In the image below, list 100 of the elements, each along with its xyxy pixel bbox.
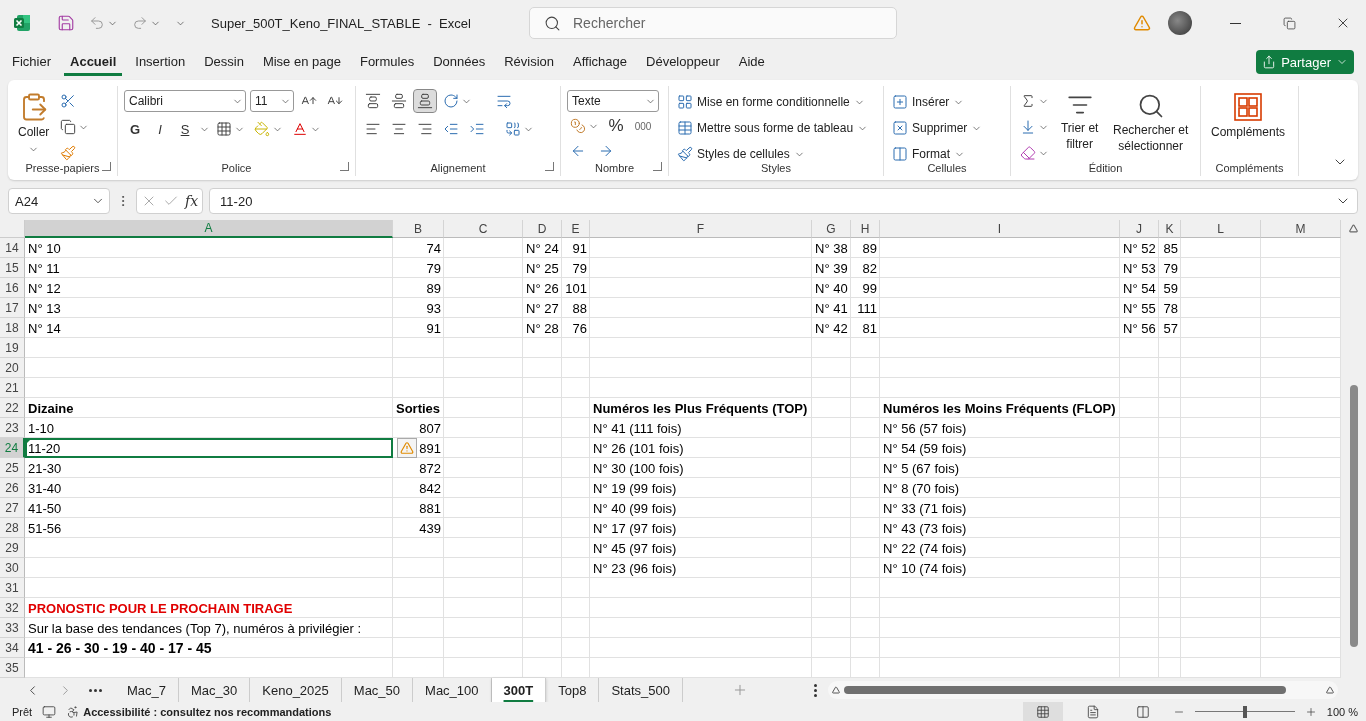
column-header[interactable]: D (523, 220, 562, 238)
search-field[interactable]: Rechercher (529, 7, 897, 39)
row-header[interactable]: 22 (0, 398, 25, 418)
row-header[interactable]: 25 (0, 458, 25, 478)
italic-button[interactable]: I (149, 118, 171, 140)
merge-icon (505, 121, 521, 137)
menu-tab[interactable]: Aide (732, 48, 771, 76)
avatar[interactable] (1168, 11, 1192, 35)
column-header[interactable]: K (1159, 220, 1181, 238)
row-header[interactable]: 15 (0, 258, 25, 278)
column-header[interactable]: J (1120, 220, 1159, 238)
row-header[interactable]: 35 (0, 658, 25, 678)
accessibility-link[interactable]: Accessibilité : consultez nos recommandations (83, 705, 332, 718)
menu-tab[interactable]: Accueil (64, 48, 123, 76)
percent-button[interactable]: % (605, 115, 627, 137)
dialog-launcher-icon[interactable] (340, 162, 349, 171)
row-header[interactable]: 16 (0, 278, 25, 298)
addins-button[interactable]: Compléments (1207, 90, 1290, 143)
find-select-button[interactable]: Rechercher et sélectionner (1107, 90, 1194, 157)
zoom-level[interactable]: 100 % (1326, 705, 1358, 718)
row-header[interactable]: 20 (0, 358, 25, 378)
column-header[interactable]: E (562, 220, 590, 238)
row-header[interactable]: 34 (0, 638, 25, 658)
thousands-button[interactable]: 000 (630, 115, 656, 137)
menu-tab[interactable]: Fichier (6, 48, 57, 76)
menu-tab[interactable]: Formules (353, 48, 421, 76)
scrollbar-thumb[interactable] (843, 686, 1286, 694)
menu-tab[interactable]: Dessin (198, 48, 250, 76)
share-button[interactable]: Partager (1256, 50, 1354, 74)
warning-icon (400, 441, 414, 455)
warning-button[interactable] (397, 438, 417, 458)
row-header[interactable]: 29 (0, 538, 25, 558)
column-header[interactable]: H (851, 220, 880, 238)
copy-icon (60, 119, 77, 135)
row-header[interactable]: 31 (0, 578, 25, 598)
formula-field[interactable]: 11-20 (209, 188, 1358, 214)
dialog-launcher-icon[interactable] (102, 162, 111, 171)
window-title: Super_500T_Keno_FINAL_STABLE - Excel (211, 15, 472, 31)
columns-icon (892, 146, 908, 162)
row-header[interactable]: 26 (0, 478, 25, 498)
excel-logo-icon (12, 13, 32, 33)
cells-menu-button[interactable]: Supprimer (890, 116, 985, 140)
table-cell: N° 14 (28, 320, 61, 337)
menu-tab[interactable]: Révision (498, 48, 561, 76)
styles-menu-button[interactable]: Mettre sous forme de tableau (675, 116, 871, 140)
row-header[interactable]: 23 (0, 418, 25, 438)
font-size-field[interactable]: 11 (250, 90, 294, 112)
row-header[interactable]: 21 (0, 378, 25, 398)
row-header[interactable]: 28 (0, 518, 25, 538)
scroll-up-icon (1349, 224, 1358, 233)
align-bottom-button[interactable] (414, 90, 436, 112)
dialog-launcher-icon[interactable] (653, 162, 662, 171)
normal-view-button[interactable] (1022, 702, 1063, 721)
row-header[interactable]: 32 (0, 598, 25, 618)
menu-tab[interactable]: Développeur (640, 48, 726, 76)
column-header[interactable]: M (1261, 220, 1341, 238)
eraser-icon (1020, 145, 1036, 161)
font-name-field[interactable]: Calibri (124, 90, 246, 112)
row-header[interactable]: 30 (0, 558, 25, 578)
name-box[interactable]: A24 (8, 188, 110, 214)
column-header[interactable]: B (393, 220, 444, 238)
column-header[interactable]: A (25, 220, 393, 238)
table-cell: 439 (419, 520, 441, 537)
number-format-field[interactable]: Texte (567, 90, 659, 112)
menu-tab[interactable]: Affichage (567, 48, 633, 76)
selected-cell[interactable]: 11-20 (25, 438, 393, 458)
menu-tab[interactable]: Insertion (129, 48, 192, 76)
menu-tab[interactable]: Données (427, 48, 492, 76)
bold-button[interactable]: G (124, 118, 146, 140)
column-header[interactable]: L (1181, 220, 1261, 238)
row-header[interactable]: 33 (0, 618, 25, 638)
row-header[interactable]: 18 (0, 318, 25, 338)
styles-menu-button[interactable]: Mise en forme conditionnelle (675, 90, 871, 114)
dialog-launcher-icon[interactable] (545, 162, 554, 171)
table-cell: 91 (572, 240, 587, 257)
sheet-tab[interactable]: 300T (491, 678, 547, 702)
align-middle-icon (391, 93, 407, 109)
table-cell: 111 (857, 300, 877, 317)
table-cell: Sur la base des tendances (Top 7), numéros à privilégier : (28, 620, 362, 637)
paste-button[interactable]: Coller (14, 90, 54, 157)
cells-menu-button[interactable]: Insérer (890, 90, 985, 114)
column-header[interactable]: F (590, 220, 812, 238)
column-header[interactable]: G (812, 220, 851, 238)
column-header[interactable]: C (444, 220, 523, 238)
insert-function-button[interactable]: fx (185, 193, 199, 209)
zoom-thumb[interactable] (1242, 705, 1247, 718)
table-cell: N° 55 (1123, 300, 1156, 317)
column-header[interactable]: I (880, 220, 1120, 238)
scrollbar-thumb[interactable] (1349, 385, 1358, 647)
group-label: Compléments (1215, 162, 1284, 174)
redo-icon (132, 15, 148, 31)
table-cell: 79 (1163, 260, 1178, 277)
underline-button[interactable]: S (174, 118, 196, 140)
table-cell: 51-56 (28, 520, 62, 537)
row-header[interactable]: 19 (0, 338, 25, 358)
menu-tab[interactable]: Mise en page (256, 48, 347, 76)
row-header[interactable]: 27 (0, 498, 25, 518)
row-header[interactable]: 17 (0, 298, 25, 318)
sort-filter-button[interactable]: Trier et filtrer (1056, 90, 1104, 155)
row-header[interactable]: 14 (0, 238, 25, 258)
